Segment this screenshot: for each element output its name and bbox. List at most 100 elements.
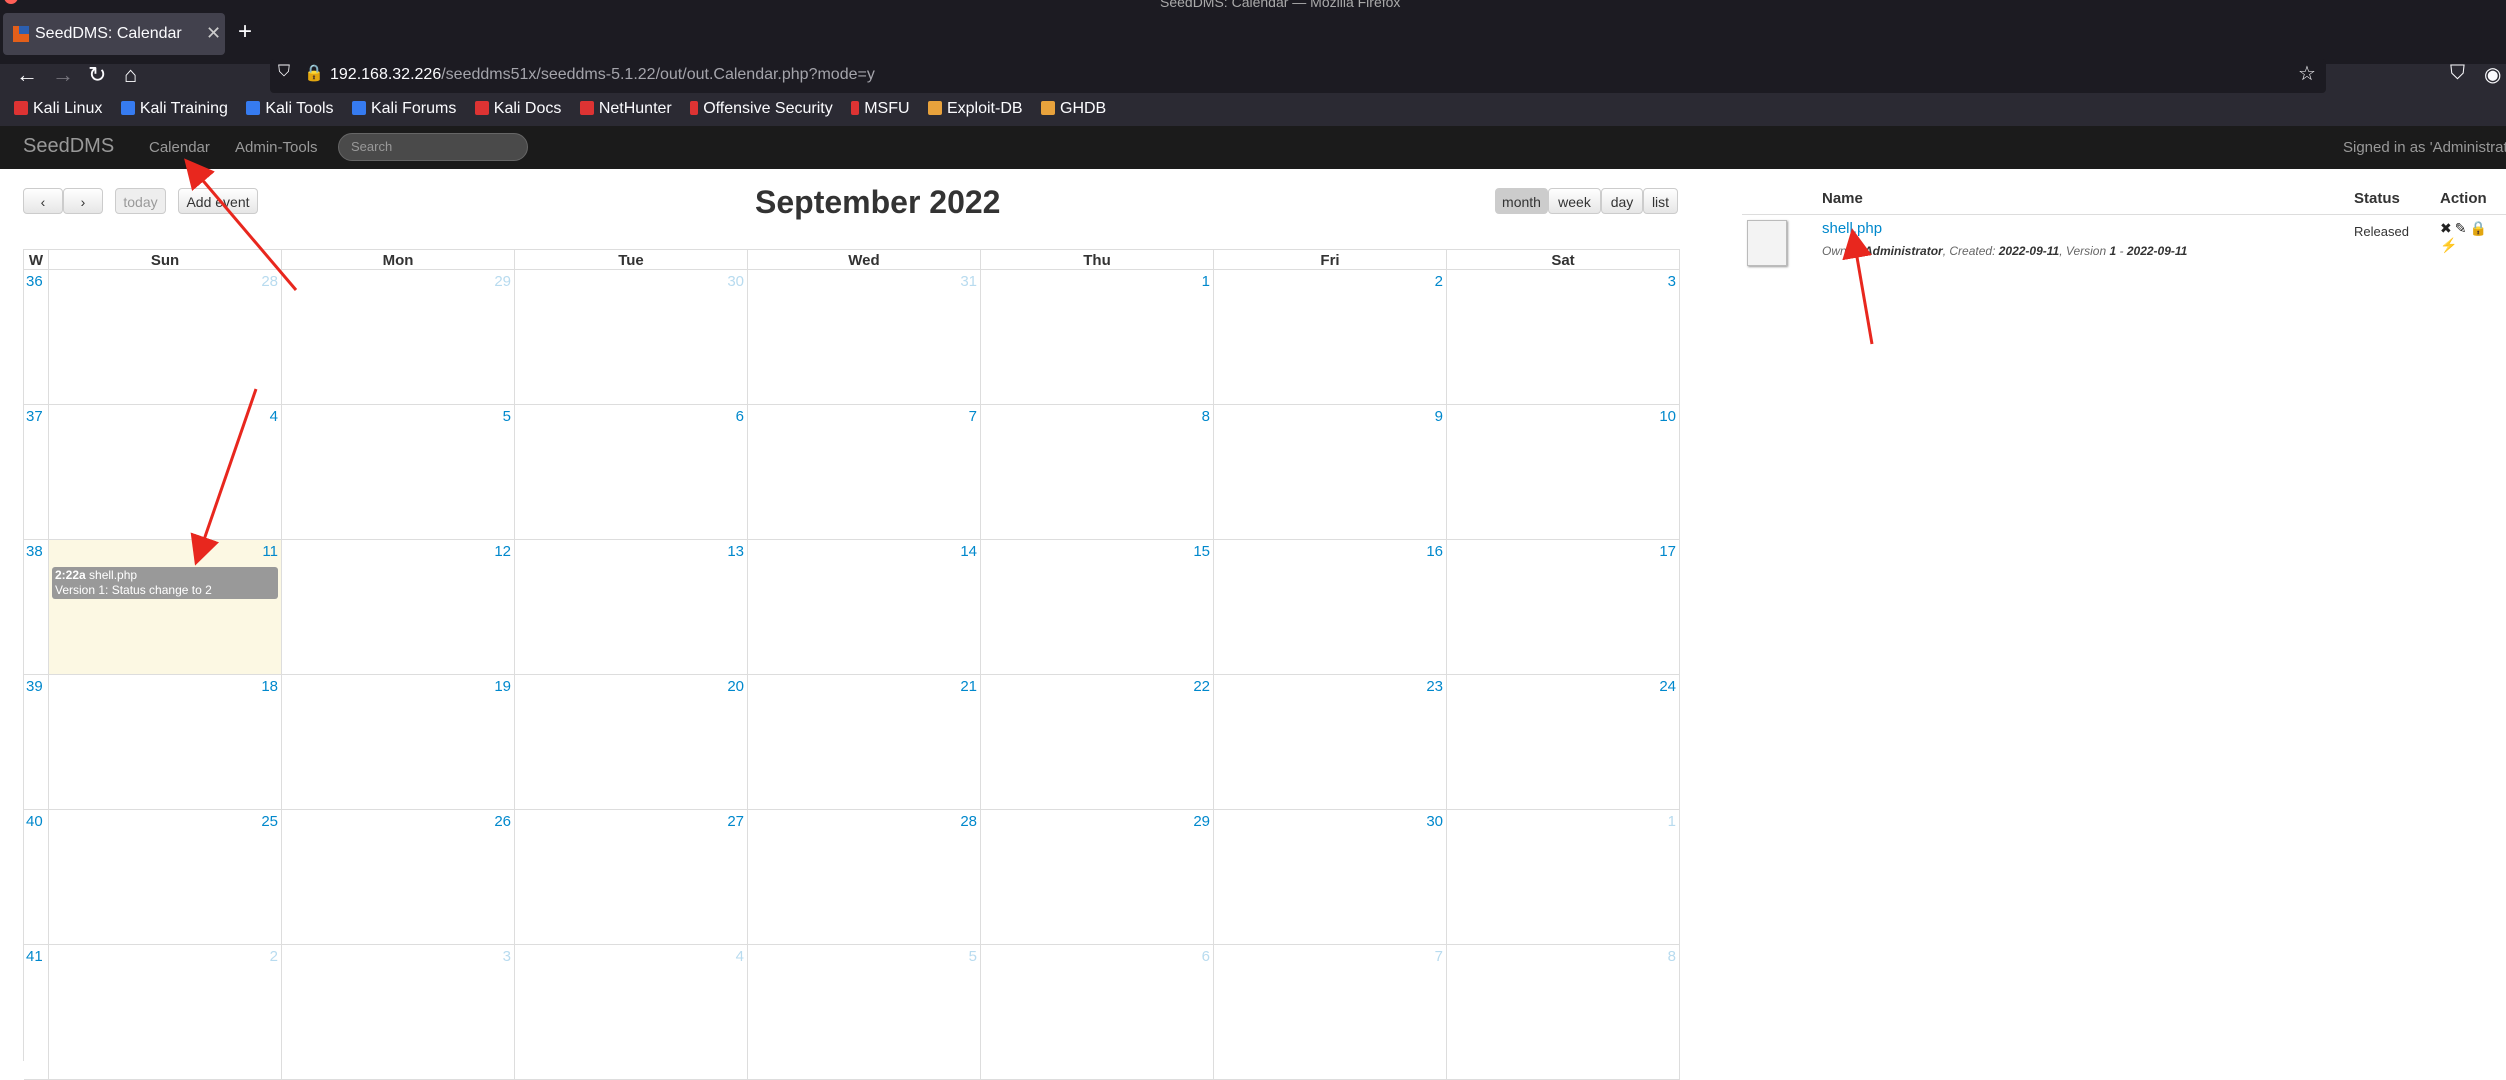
url-bar[interactable]: ⛉ 🔒 192.168.32.226/seeddms51x/seeddms-5.… bbox=[270, 59, 2326, 93]
day-number[interactable]: 8 bbox=[1668, 948, 1676, 965]
day-number[interactable]: 3 bbox=[1668, 273, 1676, 290]
day-cell[interactable]: 28 bbox=[748, 810, 981, 945]
day-number[interactable]: 15 bbox=[1193, 543, 1210, 560]
day-cell[interactable]: 15 bbox=[981, 540, 1214, 675]
day-number[interactable]: 16 bbox=[1426, 543, 1443, 560]
day-number[interactable]: 25 bbox=[261, 813, 278, 830]
day-number[interactable]: 22 bbox=[1193, 678, 1210, 695]
day-number[interactable]: 28 bbox=[261, 273, 278, 290]
document-link[interactable]: shell.php bbox=[1822, 220, 1882, 237]
day-number[interactable]: 30 bbox=[727, 273, 744, 290]
day-number[interactable]: 4 bbox=[736, 948, 744, 965]
day-cell[interactable]: 18 bbox=[49, 675, 282, 810]
add-event-button[interactable]: Add event bbox=[178, 188, 258, 214]
day-number[interactable]: 24 bbox=[1659, 678, 1676, 695]
day-cell[interactable]: 23 bbox=[1214, 675, 1447, 810]
day-number[interactable]: 31 bbox=[960, 273, 977, 290]
day-number[interactable]: 30 bbox=[1426, 813, 1443, 830]
day-number[interactable]: 6 bbox=[1202, 948, 1210, 965]
calendar-event[interactable]: 2:22a shell.php Version 1: Status change … bbox=[52, 567, 278, 599]
bookmark-exploit-db[interactable]: Exploit-DB bbox=[927, 100, 1023, 118]
day-cell[interactable]: 9 bbox=[1214, 405, 1447, 540]
day-number[interactable]: 1 bbox=[1668, 813, 1676, 830]
day-cell[interactable]: 24 bbox=[1447, 675, 1680, 810]
nav-calendar[interactable]: Calendar bbox=[149, 139, 210, 156]
day-cell[interactable]: 10 bbox=[1447, 405, 1680, 540]
next-month-button[interactable]: › bbox=[63, 188, 103, 214]
week-number[interactable]: 41 bbox=[26, 948, 43, 965]
search-input[interactable]: Search bbox=[338, 133, 528, 161]
today-button[interactable]: today bbox=[115, 188, 166, 214]
day-cell[interactable]: 30 bbox=[1214, 810, 1447, 945]
lock-icon[interactable]: 🔒 bbox=[304, 63, 324, 83]
day-cell[interactable]: 6 bbox=[515, 405, 748, 540]
day-cell[interactable]: 5 bbox=[748, 945, 981, 1080]
day-cell[interactable]: 16 bbox=[1214, 540, 1447, 675]
day-number[interactable]: 10 bbox=[1659, 408, 1676, 425]
day-cell[interactable]: 2 bbox=[49, 945, 282, 1080]
pocket-icon[interactable]: ⛉ bbox=[2450, 62, 2465, 85]
day-number[interactable]: 13 bbox=[727, 543, 744, 560]
bookmark-nethunter[interactable]: NetHunter bbox=[579, 100, 672, 118]
day-cell[interactable]: 29 bbox=[282, 270, 515, 405]
day-number[interactable]: 7 bbox=[1435, 948, 1443, 965]
brand-logo[interactable]: SeedDMS bbox=[23, 135, 114, 158]
day-number[interactable]: 1 bbox=[1202, 273, 1210, 290]
day-number[interactable]: 3 bbox=[503, 948, 511, 965]
view-day-button[interactable]: day bbox=[1601, 188, 1643, 214]
day-cell[interactable]: 21 bbox=[748, 675, 981, 810]
day-cell[interactable]: 19 bbox=[282, 675, 515, 810]
day-cell[interactable]: 17 bbox=[1447, 540, 1680, 675]
day-number[interactable]: 8 bbox=[1202, 408, 1210, 425]
day-cell[interactable]: 1 bbox=[1447, 810, 1680, 945]
day-cell[interactable]: 7 bbox=[748, 405, 981, 540]
day-number[interactable]: 12 bbox=[494, 543, 511, 560]
day-cell[interactable]: 20 bbox=[515, 675, 748, 810]
week-number[interactable]: 38 bbox=[26, 543, 43, 560]
day-number[interactable]: 5 bbox=[969, 948, 977, 965]
view-list-button[interactable]: list bbox=[1643, 188, 1678, 214]
view-month-button[interactable]: month bbox=[1495, 188, 1548, 214]
bookmark-kali-docs[interactable]: Kali Docs bbox=[474, 100, 561, 118]
day-cell[interactable]: 4 bbox=[49, 405, 282, 540]
day-number[interactable]: 2 bbox=[270, 948, 278, 965]
day-number[interactable]: 4 bbox=[270, 408, 278, 425]
day-cell[interactable]: 5 bbox=[282, 405, 515, 540]
week-number[interactable]: 36 bbox=[26, 273, 43, 290]
star-icon[interactable]: ☆ bbox=[2298, 61, 2316, 86]
day-number[interactable]: 21 bbox=[960, 678, 977, 695]
day-number[interactable]: 23 bbox=[1426, 678, 1443, 695]
day-cell[interactable]: 28 bbox=[49, 270, 282, 405]
home-icon[interactable]: ⌂ bbox=[124, 62, 137, 88]
day-cell[interactable]: 4 bbox=[515, 945, 748, 1080]
forward-icon[interactable]: → bbox=[52, 62, 74, 88]
day-cell[interactable]: 27 bbox=[515, 810, 748, 945]
day-number[interactable]: 18 bbox=[261, 678, 278, 695]
day-number[interactable]: 2 bbox=[1435, 273, 1443, 290]
signed-in-user[interactable]: Signed in as 'Administrator' bbox=[2343, 139, 2506, 156]
bookmark-kali-forums[interactable]: Kali Forums bbox=[351, 100, 456, 118]
view-week-button[interactable]: week bbox=[1548, 188, 1601, 214]
day-cell[interactable]: 7 bbox=[1214, 945, 1447, 1080]
prev-month-button[interactable]: ‹ bbox=[23, 188, 63, 214]
day-cell[interactable]: 12 bbox=[282, 540, 515, 675]
day-cell[interactable]: 3 bbox=[1447, 270, 1680, 405]
day-cell[interactable]: 6 bbox=[981, 945, 1214, 1080]
bookmark-kali-tools[interactable]: Kali Tools bbox=[246, 100, 334, 118]
day-cell[interactable]: 3 bbox=[282, 945, 515, 1080]
day-cell[interactable]: 25 bbox=[49, 810, 282, 945]
week-number[interactable]: 37 bbox=[26, 408, 43, 425]
day-cell[interactable]: 22 bbox=[981, 675, 1214, 810]
new-tab-icon[interactable]: + bbox=[238, 18, 252, 46]
day-cell[interactable]: 31 bbox=[748, 270, 981, 405]
day-cell[interactable]: 26 bbox=[282, 810, 515, 945]
bookmark-ghdb[interactable]: GHDB bbox=[1041, 100, 1106, 118]
reload-icon[interactable]: ↻ bbox=[88, 62, 106, 88]
tab-close-icon[interactable]: ✕ bbox=[206, 23, 221, 44]
day-number[interactable]: 19 bbox=[494, 678, 511, 695]
day-number[interactable]: 5 bbox=[503, 408, 511, 425]
account-icon[interactable]: ◉ bbox=[2484, 62, 2501, 87]
back-icon[interactable]: ← bbox=[16, 62, 38, 88]
day-cell[interactable]: 11 2:22a shell.php Version 1: Status chang… bbox=[49, 540, 282, 675]
bookmark-msfu[interactable]: MSFU bbox=[851, 100, 910, 118]
